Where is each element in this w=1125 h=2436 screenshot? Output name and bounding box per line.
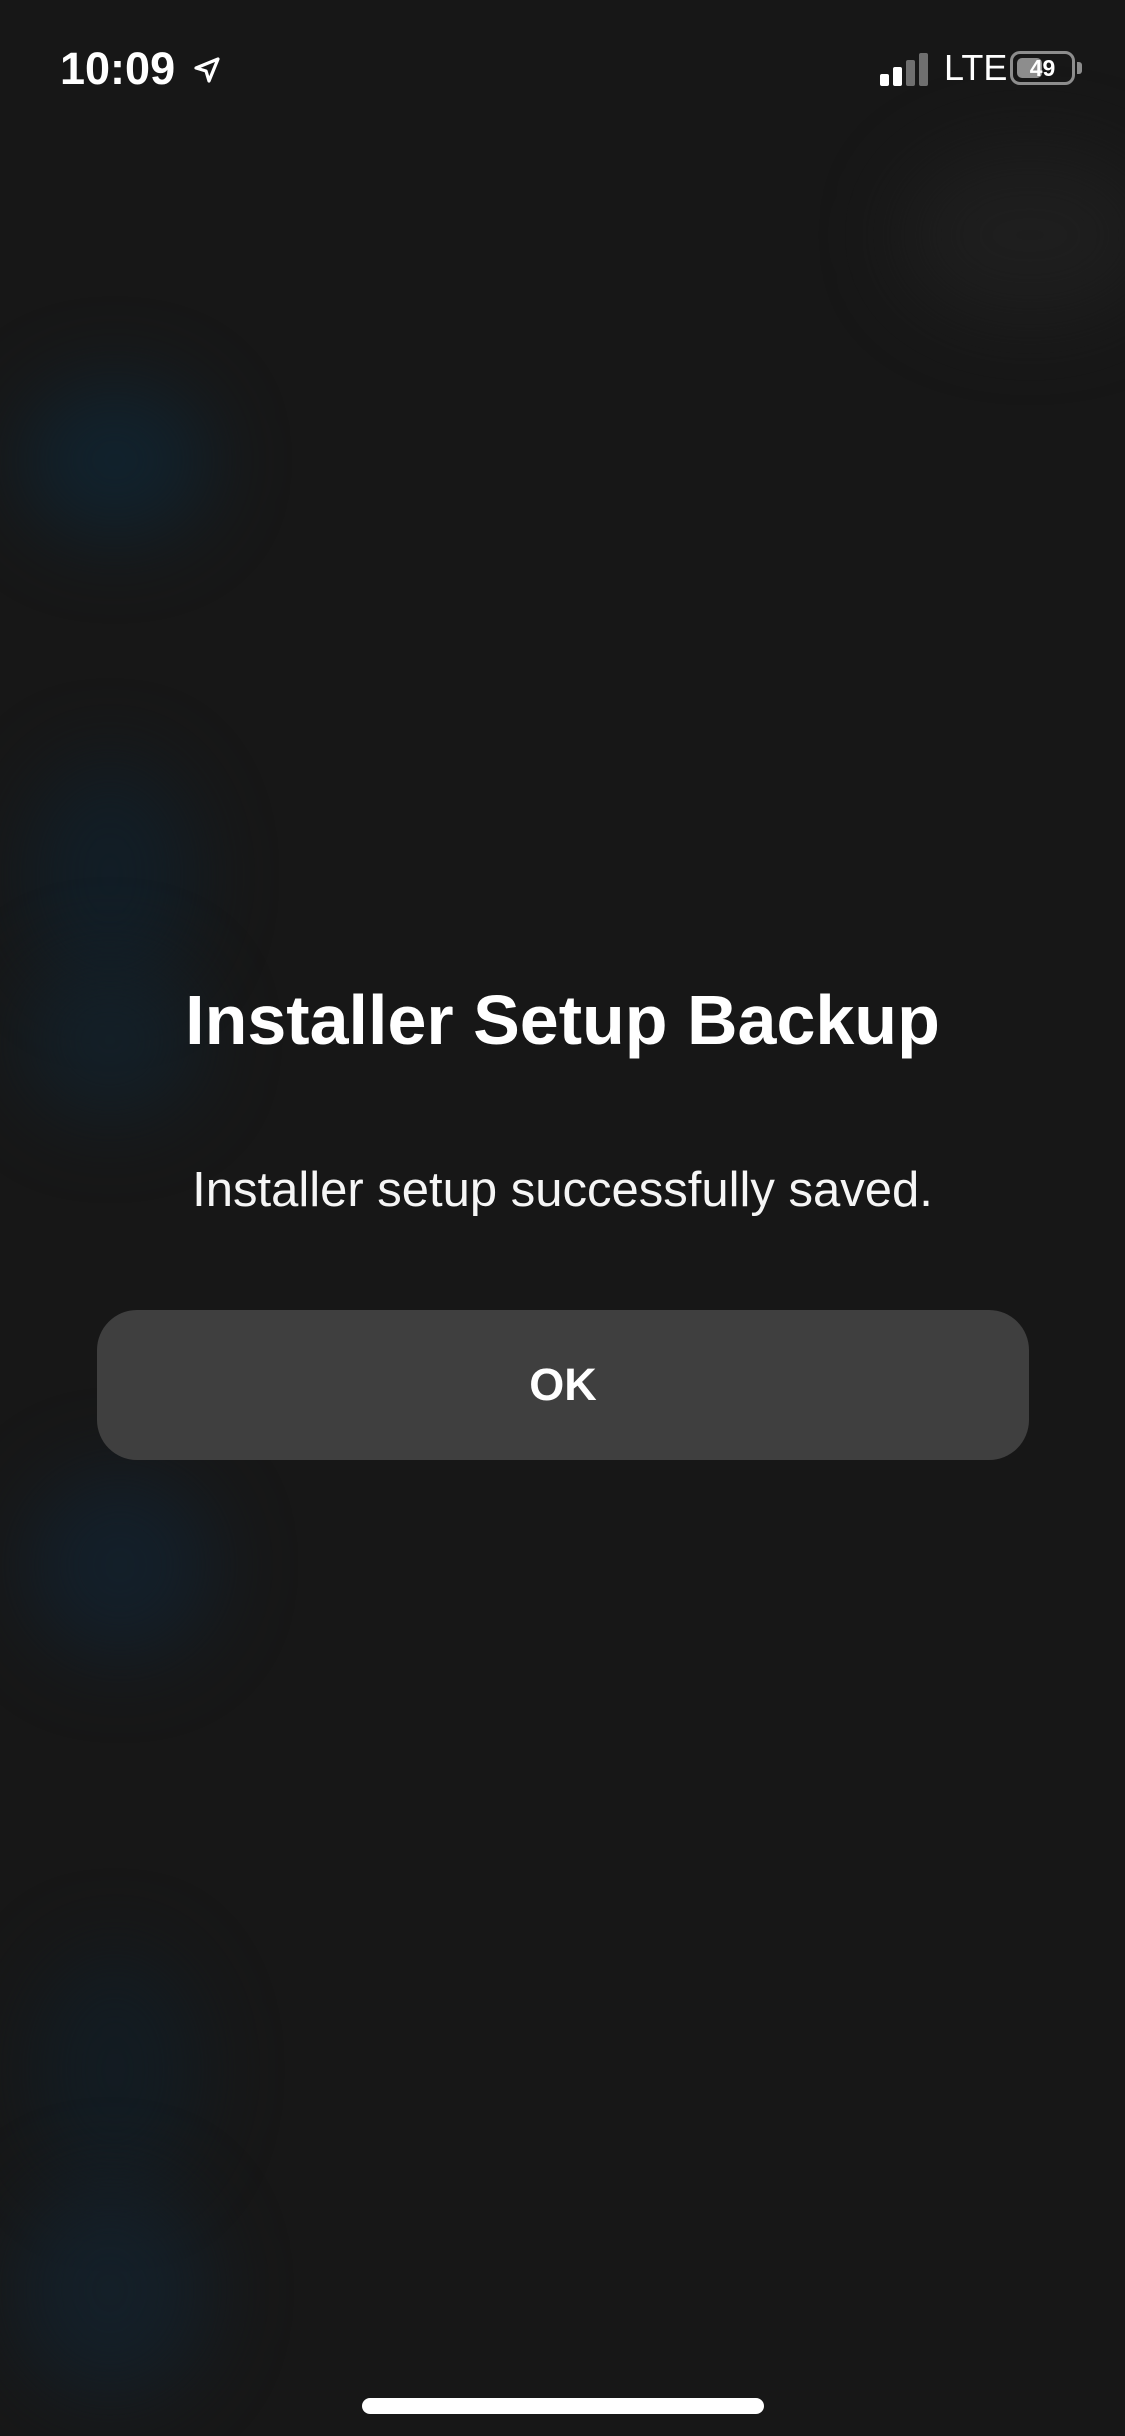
- signal-bar: [893, 67, 902, 86]
- dialog-title: Installer Setup Backup: [185, 981, 940, 1059]
- battery-icon: 49: [1010, 51, 1075, 85]
- background-glow: [25, 760, 195, 990]
- battery-level: 49: [1029, 55, 1056, 81]
- network-label: LTE: [944, 47, 1008, 88]
- phone-screen: 10:09 LTE 49 Installer Setup Backup Inst…: [0, 0, 1125, 2436]
- background-glow: [20, 380, 210, 540]
- signal-strength-icon: [880, 53, 928, 86]
- signal-bar: [880, 74, 889, 86]
- background-glow: [25, 1470, 215, 1660]
- ok-button[interactable]: OK: [97, 1310, 1029, 1460]
- signal-bar: [906, 60, 915, 86]
- background-glow: [10, 2180, 210, 2400]
- status-time: 10:09: [60, 43, 176, 94]
- background-glow: [30, 1950, 200, 2190]
- battery-cap: [1077, 62, 1082, 74]
- location-arrow-icon: [194, 57, 220, 83]
- dialog-message: Installer setup successfully saved.: [192, 1163, 933, 1217]
- signal-bar: [919, 53, 928, 86]
- background-glow: [900, 150, 1125, 320]
- status-bar: 10:09 LTE 49: [0, 0, 1125, 135]
- home-indicator[interactable]: [362, 2398, 764, 2414]
